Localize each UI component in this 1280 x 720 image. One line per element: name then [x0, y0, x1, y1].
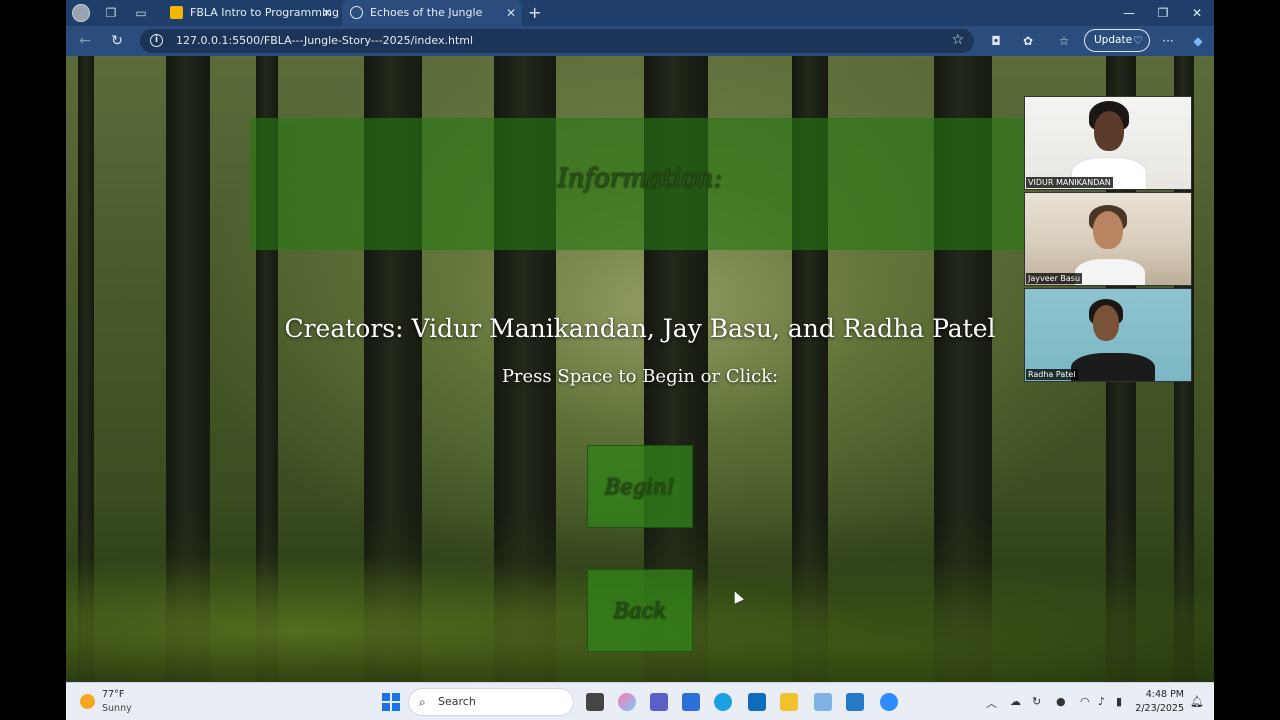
copilot-app-icon[interactable] [618, 693, 636, 711]
close-window-icon[interactable]: ✕ [1180, 0, 1214, 26]
refresh-icon[interactable]: ↻ [108, 32, 126, 50]
tab-fbla-intro[interactable]: FBLA Intro to Programming (24-2 ✕ [162, 0, 338, 26]
show-hidden-icons-icon[interactable]: ︿ [986, 695, 997, 711]
taskbar-search[interactable]: ⌕ Search [408, 688, 574, 716]
battery-icon[interactable]: ▮ [1116, 695, 1122, 708]
extensions-icon[interactable]: ✿ [1020, 33, 1036, 49]
snipping-tool-icon[interactable] [814, 693, 832, 711]
sync-icon[interactable]: ↻ [1032, 695, 1041, 708]
edge-browser-icon[interactable] [714, 693, 732, 711]
globe-favicon-icon [350, 6, 363, 19]
screen: ❐ ▭ FBLA Intro to Programming (24-2 ✕ Ec… [66, 0, 1214, 720]
update-button[interactable]: Update ♡ [1084, 29, 1150, 52]
search-icon: ⌕ [419, 695, 426, 709]
close-tab-icon[interactable]: ✕ [506, 0, 516, 26]
participant-face [1093, 305, 1119, 341]
tab-actions-icon[interactable]: ▭ [132, 4, 150, 22]
volume-icon[interactable]: ♪ [1098, 695, 1105, 708]
participant-name: Radha Patel [1026, 369, 1078, 380]
favorites-icon[interactable]: ☆ [1056, 33, 1072, 49]
weather-condition[interactable]: Sunny [102, 703, 132, 714]
browser-tab-strip: ❐ ▭ FBLA Intro to Programming (24-2 ✕ Ec… [66, 0, 1214, 26]
site-info-icon[interactable]: i [150, 34, 163, 47]
search-label: Search [438, 695, 476, 708]
zoom-icon[interactable] [880, 693, 898, 711]
new-tab-icon[interactable]: + [528, 3, 541, 22]
vscode-icon[interactable] [846, 693, 864, 711]
participant-name: Jayveer Basu [1026, 273, 1083, 284]
begin-button[interactable]: Begin! [587, 445, 693, 528]
microphone-icon[interactable]: ● [1056, 695, 1066, 708]
url-text[interactable]: 127.0.0.1:5500/FBLA---Jungle-Story---202… [176, 29, 473, 53]
participant-name: VIDUR MANIKANDAN [1026, 177, 1113, 188]
workspaces-icon[interactable]: ❐ [102, 4, 120, 22]
tab-echoes-of-the-jungle[interactable]: Echoes of the Jungle ✕ [342, 0, 522, 26]
favorite-star-icon[interactable]: ☆ [951, 32, 964, 48]
participant-face [1094, 111, 1124, 151]
weather-temperature[interactable]: 77°F [102, 689, 124, 700]
participant-face [1093, 211, 1123, 249]
teams-icon[interactable] [650, 693, 668, 711]
tab-title: Echoes of the Jungle [370, 6, 483, 19]
start-windows-icon[interactable] [382, 693, 400, 711]
participant-body [1075, 259, 1145, 285]
clock-date[interactable]: 2/23/2025 [1128, 703, 1184, 714]
tab-title: FBLA Intro to Programming (24-2 [190, 6, 338, 19]
profile-avatar-icon[interactable] [72, 4, 90, 22]
back-button[interactable]: Back [587, 569, 693, 652]
participant-video-2: Jayveer Basu [1024, 192, 1192, 286]
heartbeat-icon: ♡ [1133, 34, 1143, 47]
wifi-icon[interactable]: ◠ [1080, 695, 1090, 708]
notification-bell-icon[interactable]: 🔔︎ [1190, 695, 1204, 708]
store-icon[interactable] [682, 693, 700, 711]
shield-extension-icon[interactable]: ◘ [988, 33, 1004, 49]
more-menu-icon[interactable]: ··· [1160, 33, 1176, 49]
minimize-icon[interactable]: — [1112, 0, 1146, 26]
participant-video-3: Radha Patel [1024, 288, 1192, 382]
close-tab-icon[interactable]: ✕ [322, 0, 332, 26]
back-icon[interactable]: ← [76, 32, 94, 50]
task-view-icon[interactable] [586, 693, 604, 711]
browser-toolbar: ← ↻ i 127.0.0.1:5500/FBLA---Jungle-Story… [66, 26, 1214, 56]
file-explorer-icon[interactable] [780, 693, 798, 711]
onedrive-icon[interactable]: ☁ [1010, 695, 1021, 708]
participant-video-1: VIDUR MANIKANDAN [1024, 96, 1192, 190]
windows-taskbar: 77°F Sunny ⌕ Search ︿ ☁ ↻ ● ◠ ♪ ▮ 4:48 P… [66, 682, 1214, 720]
participant-body [1071, 353, 1155, 381]
update-label: Update [1094, 34, 1133, 46]
story-page: Information: Creators: Vidur Manikandan,… [66, 56, 1214, 682]
slides-favicon-icon [170, 6, 183, 19]
copilot-icon[interactable]: ◆ [1190, 33, 1206, 49]
clock-time[interactable]: 4:48 PM [1128, 689, 1184, 700]
address-bar[interactable]: i 127.0.0.1:5500/FBLA---Jungle-Story---2… [140, 29, 974, 53]
outlook-icon[interactable] [748, 693, 766, 711]
restore-icon[interactable]: ❐ [1146, 0, 1180, 26]
sun-weather-icon[interactable] [80, 694, 95, 709]
